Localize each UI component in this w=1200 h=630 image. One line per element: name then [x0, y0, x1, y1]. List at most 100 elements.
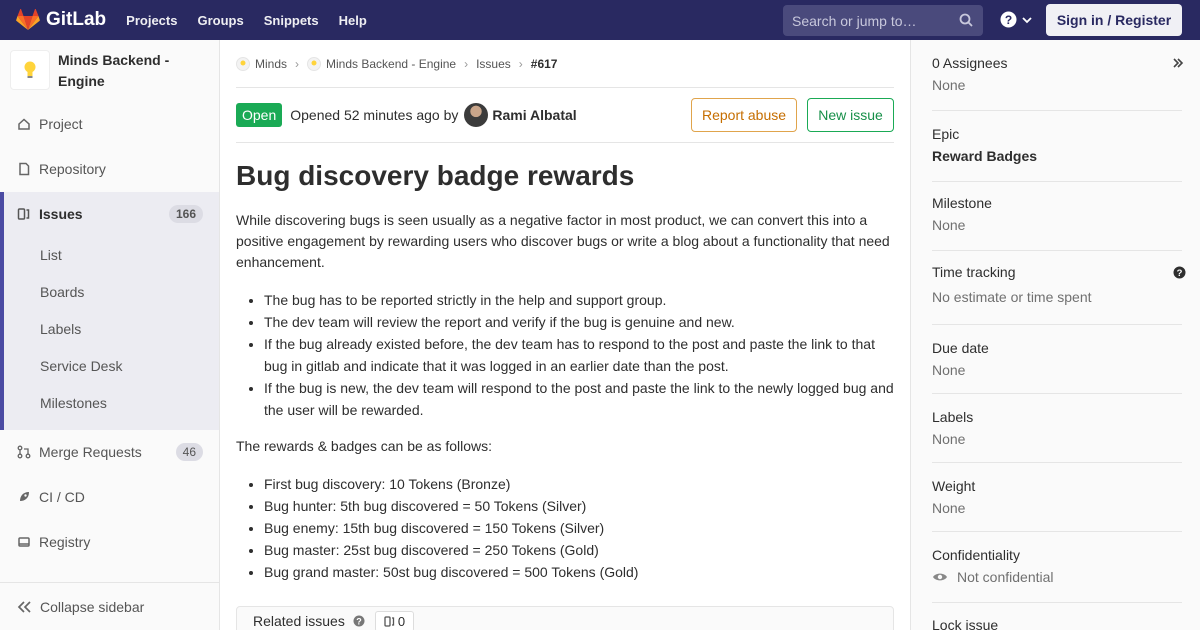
due-date-block[interactable]: Due date None [932, 340, 1182, 394]
list-item: Bug enemy: 15th bug discovered = 150 Tok… [264, 517, 894, 539]
author-name[interactable]: Rami Albatal [492, 107, 576, 123]
sidebar-sub-labels[interactable]: Labels [40, 321, 81, 337]
time-tracking-block[interactable]: Time tracking ? No estimate or time spen… [932, 264, 1186, 325]
sidebar-item-issues[interactable]: Issues 166 [0, 194, 219, 234]
sidebar-sub-service-desk[interactable]: Service Desk [40, 358, 122, 374]
svg-text:?: ? [1177, 268, 1183, 279]
list-item: If the bug already existed before, the d… [264, 333, 894, 377]
sidebar-sub-milestones[interactable]: Milestones [40, 395, 107, 411]
merge-request-icon [17, 445, 31, 459]
signin-register-button[interactable]: Sign in / Register [1046, 4, 1182, 36]
new-issue-button[interactable]: New issue [807, 98, 894, 132]
sidebar-sub-boards[interactable]: Boards [40, 284, 84, 300]
nav-projects[interactable]: Projects [126, 13, 177, 28]
svg-text:?: ? [1005, 13, 1012, 27]
confidentiality-label: Confidentiality [932, 547, 1020, 563]
issue-description: While discovering bugs is seen usually a… [236, 210, 894, 583]
confidentiality-block[interactable]: Confidentiality Not confidential [932, 547, 1182, 603]
list-item: Bug hunter: 5th bug discovered = 50 Toke… [264, 495, 894, 517]
nav-snippets[interactable]: Snippets [264, 13, 319, 28]
issue-title: Bug discovery badge rewards [236, 160, 635, 191]
project-avatar [10, 50, 50, 90]
nav-groups[interactable]: Groups [197, 13, 243, 28]
weight-label: Weight [932, 478, 976, 494]
breadcrumb-minds[interactable]: Minds [236, 56, 288, 71]
issues-icon [17, 208, 30, 220]
project-name: Minds Backend - Engine [58, 50, 169, 92]
breadcrumb-issues[interactable]: Issues [476, 57, 511, 71]
question-circle-icon[interactable]: ? [353, 615, 365, 627]
eye-icon [933, 573, 947, 581]
time-tracking-value: No estimate or time spent [932, 289, 1092, 305]
sidebar-item-label: Project [39, 116, 83, 132]
list-item: First bug discovery: 10 Tokens (Bronze) [264, 473, 894, 495]
sidebar-item-registry[interactable]: Registry [0, 522, 219, 562]
related-issues-count: 0 [374, 610, 415, 630]
project-avatar-icon [307, 56, 322, 71]
help-dropdown[interactable]: ? [1000, 11, 1033, 28]
breadcrumb-separator-icon: › [464, 56, 469, 71]
search-input[interactable]: Search or jump to… [783, 5, 983, 36]
issues-icon [384, 615, 394, 627]
chevron-down-icon [1022, 16, 1032, 23]
svg-text:?: ? [356, 617, 362, 627]
milestone-label: Milestone [932, 195, 992, 211]
project-header[interactable]: Minds Backend - Engine [0, 40, 219, 102]
gitlab-logo[interactable]: GitLab [16, 9, 106, 31]
lock-issue-label: Lock issue [932, 617, 999, 630]
rewards-intro: The rewards & badges can be as follows: [236, 438, 493, 454]
mr-count-badge: 46 [175, 443, 203, 461]
rewards-list: First bug discovery: 10 Tokens (Bronze) … [264, 473, 894, 583]
report-abuse-button[interactable]: Report abuse [691, 98, 797, 132]
sidebar-item-label: Issues [39, 206, 83, 222]
doc-icon [19, 162, 30, 176]
right-sidebar: 0 Assignees None Epic Reward Badges Mile… [910, 40, 1200, 630]
list-item: The dev team will review the report and … [264, 311, 894, 333]
milestone-block[interactable]: Milestone None [932, 195, 1182, 251]
labels-label: Labels [932, 409, 974, 425]
group-avatar-icon [236, 56, 250, 71]
sidebar-item-label: Registry [39, 534, 91, 550]
sidebar-item-project[interactable]: Project [0, 104, 219, 144]
question-circle-icon[interactable]: ? [1173, 266, 1186, 279]
nav-help[interactable]: Help [339, 13, 367, 28]
weight-value: None [932, 500, 966, 516]
rules-list: The bug has to be reported strictly in t… [264, 289, 894, 421]
rocket-icon [20, 492, 29, 501]
assignees-label: 0 Assignees [932, 55, 1008, 71]
breadcrumb-separator-icon: › [295, 56, 300, 71]
breadcrumb-project[interactable]: Minds Backend - Engine [307, 56, 456, 71]
confidentiality-value: Not confidential [932, 569, 1182, 585]
due-date-label: Due date [932, 340, 989, 356]
weight-block[interactable]: Weight None [932, 478, 1182, 532]
epic-value[interactable]: Reward Badges [932, 148, 1182, 164]
breadcrumb-issue-number[interactable]: #617 [531, 57, 558, 71]
sidebar-sub-list[interactable]: List [40, 247, 62, 263]
home-icon [18, 118, 30, 130]
project-name-line2: Engine [58, 73, 105, 89]
list-item: Bug master: 25st bug discovered = 250 To… [264, 539, 894, 561]
list-item: If the bug is new, the dev team will res… [264, 377, 894, 421]
sidebar-item-repository[interactable]: Repository [0, 149, 219, 189]
search-placeholder: Search or jump to… [792, 12, 917, 29]
sidebar-item-label: Merge Requests [39, 444, 142, 460]
sidebar-item-cicd[interactable]: CI / CD [0, 477, 219, 517]
assignees-block[interactable]: 0 Assignees None [932, 55, 1182, 111]
collapse-sidebar-button[interactable]: Collapse sidebar [0, 582, 219, 630]
sidebar-item-merge-requests[interactable]: Merge Requests 46 [0, 432, 219, 472]
breadcrumb-label: Minds [255, 56, 288, 71]
breadcrumb-separator-icon: › [518, 56, 523, 71]
double-chevron-left-icon [17, 600, 31, 613]
list-item: The bug has to be reported strictly in t… [264, 289, 894, 311]
package-icon [18, 537, 30, 547]
labels-block[interactable]: Labels None [932, 409, 1182, 463]
epic-label: Epic [932, 126, 960, 142]
epic-block[interactable]: Epic Reward Badges [932, 126, 1182, 182]
related-issues-header: Related issues ? 0 [236, 606, 894, 630]
author-avatar[interactable] [464, 103, 489, 127]
confidentiality-text: Not confidential [957, 569, 1054, 585]
assignees-value: None [932, 77, 966, 93]
issue-header: Open Opened 52 minutes ago by Rami Albat… [236, 88, 894, 143]
opened-text: Opened 52 minutes ago by [290, 107, 459, 123]
sidebar-item-label: Repository [39, 161, 106, 177]
